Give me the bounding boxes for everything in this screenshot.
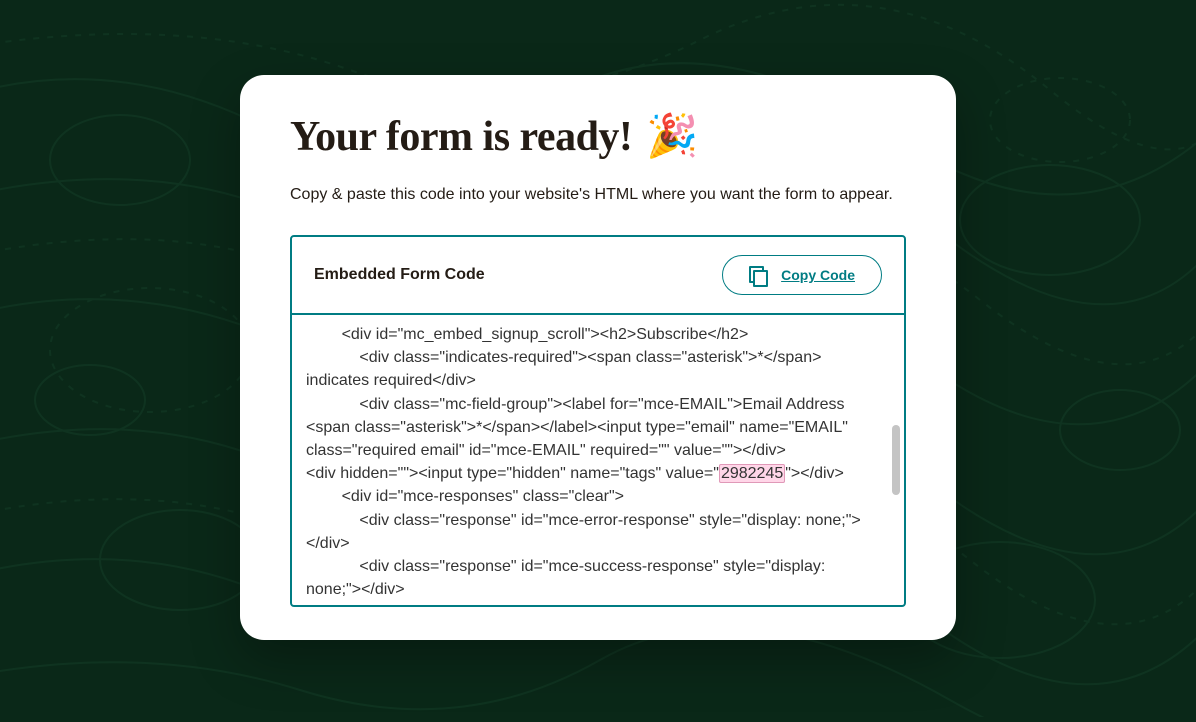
scrollbar-thumb[interactable]: [892, 425, 900, 495]
embed-label: Embedded Form Code: [314, 266, 485, 284]
code-area[interactable]: <div id="mc_embed_signup_scroll"><h2>Sub…: [292, 315, 904, 605]
form-ready-card: Your form is ready! 🎉 Copy & paste this …: [240, 75, 956, 640]
card-subtitle: Copy & paste this code into your website…: [290, 183, 906, 207]
title-text: Your form is ready!: [290, 113, 632, 161]
copy-code-label: Copy Code: [781, 267, 855, 283]
copy-code-button[interactable]: Copy Code: [722, 255, 882, 295]
embed-code-box: Embedded Form Code Copy Code <div id="mc…: [290, 235, 906, 607]
highlighted-tag-value: 2982245: [719, 464, 785, 483]
party-popper-icon: 🎉: [646, 116, 698, 158]
scrollbar-track[interactable]: [892, 321, 900, 599]
code-content[interactable]: <div id="mc_embed_signup_scroll"><h2>Sub…: [292, 315, 904, 605]
copy-icon: [749, 266, 767, 284]
card-title: Your form is ready! 🎉: [290, 113, 906, 161]
embed-header: Embedded Form Code Copy Code: [292, 237, 904, 315]
